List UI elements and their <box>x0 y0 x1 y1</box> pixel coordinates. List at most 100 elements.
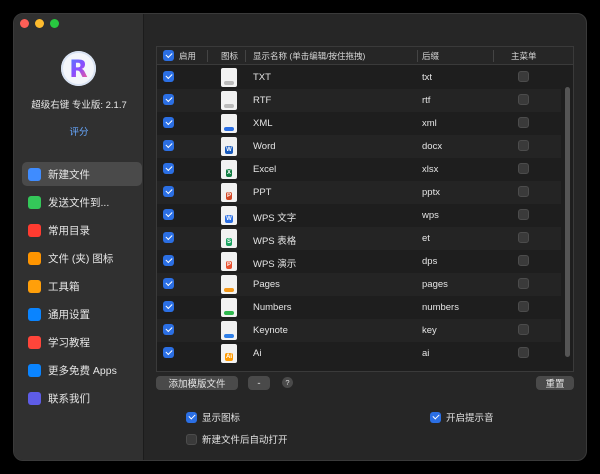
row-display-name[interactable]: Ai <box>253 348 261 359</box>
sound-checkbox[interactable] <box>430 411 441 423</box>
row-extension: numbers <box>422 302 459 313</box>
sidebar-item-5[interactable]: 通用设置 <box>22 302 142 326</box>
row-display-name[interactable]: WPS 文字 <box>253 210 296 224</box>
row-display-name[interactable]: Pages <box>253 279 280 290</box>
add-template-button[interactable]: 添加模版文件 <box>156 376 238 390</box>
zoom-button[interactable] <box>50 19 59 28</box>
main-menu-checkbox[interactable] <box>518 278 529 289</box>
numbers-icon <box>221 298 237 317</box>
row-display-name[interactable]: WPS 演示 <box>253 256 296 270</box>
close-button[interactable] <box>20 19 29 28</box>
row-display-name[interactable]: Excel <box>253 164 276 175</box>
open-after-create-option[interactable]: 新建文件后自动打开 <box>186 432 288 446</box>
main-menu-checkbox[interactable] <box>518 71 529 82</box>
enabled-checkbox[interactable] <box>163 255 174 266</box>
table-row[interactable]: X Excel xlsx <box>157 158 561 181</box>
table-row[interactable]: W Word docx <box>157 135 561 158</box>
enabled-checkbox[interactable] <box>163 117 174 128</box>
sidebar-item-2[interactable]: 常用目录 <box>22 218 142 242</box>
header-main-menu: 主菜单 <box>511 51 537 61</box>
sidebar-item-label: 工具箱 <box>48 280 80 293</box>
row-display-name[interactable]: RTF <box>253 95 271 106</box>
sidebar-item-4[interactable]: 工具箱 <box>22 274 142 298</box>
file-icon-tag <box>224 81 234 85</box>
header-ext: 后缀 <box>422 51 440 61</box>
enabled-checkbox[interactable] <box>163 140 174 151</box>
table-row[interactable]: W WPS 文字 wps <box>157 204 561 227</box>
enabled-checkbox[interactable] <box>163 278 174 289</box>
main-menu-checkbox[interactable] <box>518 140 529 151</box>
table-row[interactable]: Ai Ai ai <box>157 342 561 365</box>
file-template-table: 启用 图标 显示名称 (单击编辑/按住拖拽) 后缀 主菜单 TXT txt RTF r… <box>156 46 574 372</box>
enabled-checkbox[interactable] <box>163 209 174 220</box>
table-row[interactable]: Numbers numbers <box>157 296 561 319</box>
enabled-checkbox[interactable] <box>163 347 174 358</box>
table-row[interactable]: S WPS 表格 et <box>157 227 561 250</box>
toolbox-icon <box>28 279 41 293</box>
sidebar-nav: 新建文件发送文件到... 常用目录文件 (夹) 图标工具箱通用设置学习教程更多免费… <box>22 162 142 414</box>
file-icon-tag <box>224 288 234 292</box>
main-menu-checkbox[interactable] <box>518 324 529 335</box>
app-logo-icon: R <box>69 54 88 83</box>
row-display-name[interactable]: WPS 表格 <box>253 233 296 247</box>
enabled-checkbox[interactable] <box>163 232 174 243</box>
row-extension: ai <box>422 348 430 359</box>
file-icon-tag: W <box>225 215 233 223</box>
main-menu-checkbox[interactable] <box>518 301 529 312</box>
main-panel: 启用 图标 显示名称 (单击编辑/按住拖拽) 后缀 主菜单 TXT txt RTF r… <box>144 14 586 460</box>
sidebar-item-3[interactable]: 文件 (夹) 图标 <box>22 246 142 270</box>
file-icon-tag <box>224 311 234 315</box>
remove-template-button[interactable]: - <box>248 376 270 390</box>
show-icons-checkbox[interactable] <box>186 411 197 423</box>
show-icons-option[interactable]: 显示图标 <box>186 410 240 424</box>
table-row[interactable]: TXT txt <box>157 66 561 89</box>
sidebar-item-1[interactable]: 发送文件到... <box>22 190 142 214</box>
enabled-checkbox[interactable] <box>163 71 174 82</box>
main-menu-checkbox[interactable] <box>518 232 529 243</box>
sidebar-item-7[interactable]: 更多免费 Apps <box>22 358 142 382</box>
main-menu-checkbox[interactable] <box>518 117 529 128</box>
open-after-create-checkbox[interactable] <box>186 433 197 445</box>
send-file-icon <box>28 195 41 209</box>
main-menu-checkbox[interactable] <box>518 186 529 197</box>
rate-link[interactable]: 评分 <box>14 124 144 138</box>
enabled-checkbox[interactable] <box>163 163 174 174</box>
row-display-name[interactable]: PPT <box>253 187 271 198</box>
sidebar-item-label: 联系我们 <box>48 392 90 405</box>
table-row[interactable]: Keynote key <box>157 319 561 342</box>
enabled-checkbox[interactable] <box>163 94 174 105</box>
minimize-button[interactable] <box>35 19 44 28</box>
enabled-checkbox[interactable] <box>163 301 174 312</box>
sidebar-item-8[interactable]: 联系我们 <box>22 386 142 410</box>
sidebar-item-0[interactable]: 新建文件 <box>22 162 142 186</box>
table-row[interactable]: P WPS 演示 dps <box>157 250 561 273</box>
wps-writer-icon: W <box>221 206 237 225</box>
header-divider <box>245 50 246 62</box>
row-display-name[interactable]: TXT <box>253 72 271 83</box>
main-menu-checkbox[interactable] <box>518 347 529 358</box>
main-menu-checkbox[interactable] <box>518 255 529 266</box>
row-extension: pages <box>422 279 448 290</box>
select-all-checkbox[interactable] <box>163 50 174 61</box>
enabled-checkbox[interactable] <box>163 324 174 335</box>
sidebar-item-6[interactable]: 学习教程 <box>22 330 142 354</box>
table-row[interactable]: RTF rtf <box>157 89 561 112</box>
main-menu-checkbox[interactable] <box>518 163 529 174</box>
tutorial-icon <box>28 335 41 349</box>
row-display-name[interactable]: Keynote <box>253 325 288 336</box>
row-display-name[interactable]: XML <box>253 118 273 129</box>
table-row[interactable]: P PPT pptx <box>157 181 561 204</box>
table-row[interactable]: XML xml <box>157 112 561 135</box>
reset-button[interactable]: 重置 <box>536 376 574 390</box>
icon-icon <box>28 251 41 265</box>
table-row[interactable]: Pages pages <box>157 273 561 296</box>
table-scrollbar[interactable] <box>565 87 570 357</box>
main-menu-checkbox[interactable] <box>518 209 529 220</box>
row-display-name[interactable]: Word <box>253 141 276 152</box>
powerpoint-icon: P <box>221 183 237 202</box>
enabled-checkbox[interactable] <box>163 186 174 197</box>
row-display-name[interactable]: Numbers <box>253 302 292 313</box>
help-icon[interactable]: ? <box>282 377 293 388</box>
main-menu-checkbox[interactable] <box>518 94 529 105</box>
sound-option[interactable]: 开启提示音 <box>430 410 494 424</box>
